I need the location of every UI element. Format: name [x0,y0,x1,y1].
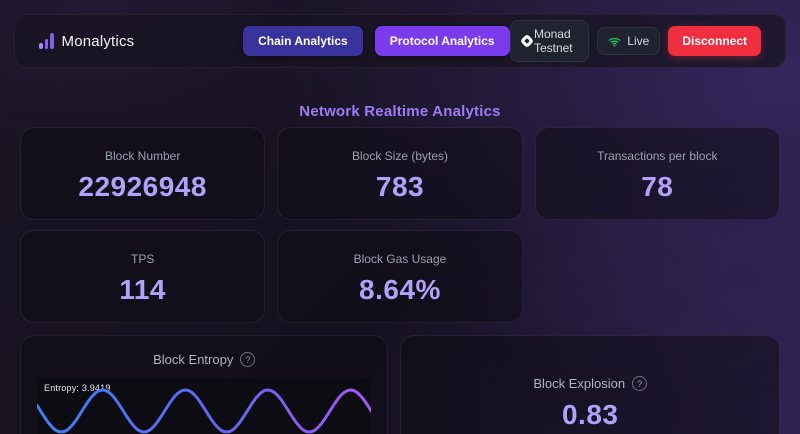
stat-label: Block Gas Usage [354,252,447,266]
stat-value: 114 [119,274,166,306]
stat-value: 8.64% [359,274,441,306]
network-badge[interactable]: Monad Testnet [510,20,590,62]
chain-analytics-button[interactable]: Chain Analytics [243,26,363,56]
block-explosion-card: Block Explosion ? 0.83 [400,335,780,434]
tps-card: TPS 114 [20,230,265,323]
block-size-card: Block Size (bytes) 783 [277,127,522,220]
stat-value: 783 [376,171,424,203]
navbar: Monalytics Chain Analytics Protocol Anal… [14,14,786,68]
entropy-wave-svg [37,378,371,434]
block-number-card: Block Number 22926948 [20,127,265,220]
navbar-left: Monalytics [39,33,243,50]
transactions-per-block-card: Transactions per block 78 [535,127,780,220]
entropy-chart: Entropy: 3.9419 [37,378,371,434]
block-explosion-title-row: Block Explosion ? [417,376,763,391]
block-entropy-card: Block Entropy ? Entropy: 3.9419 [20,335,388,434]
live-status-badge: Live [597,27,660,55]
brand-logo[interactable]: Monalytics [39,33,134,50]
monad-logo-icon [521,35,528,48]
help-icon[interactable]: ? [632,376,647,391]
navbar-right: Monad Testnet Live Disconnect [510,20,761,62]
network-badge-label: Monad Testnet [534,27,578,55]
block-explosion-title: Block Explosion [533,376,625,391]
block-explosion-value: 0.83 [417,399,763,431]
protocol-analytics-button[interactable]: Protocol Analytics [375,26,510,56]
live-badge-label: Live [627,34,649,48]
stats-grid: Block Number 22926948 Block Size (bytes)… [20,127,780,323]
wifi-icon [608,35,621,48]
stat-value: 22926948 [78,171,207,203]
stat-value: 78 [641,171,673,203]
stat-label: TPS [131,252,154,266]
main-content: Network Realtime Analytics Block Number … [20,103,780,434]
block-entropy-title-row: Block Entropy ? [37,352,371,367]
block-gas-usage-card: Block Gas Usage 8.64% [277,230,522,323]
stat-label: Transactions per block [597,149,717,163]
page-title: Network Realtime Analytics [20,103,780,120]
bottom-grid: Block Entropy ? Entropy: 3.9419 Block Ex… [20,335,780,434]
stat-label: Block Number [105,149,180,163]
brand-name: Monalytics [62,33,135,50]
entropy-wave-line [37,390,371,432]
bar-chart-logo-icon [39,33,54,49]
block-entropy-title: Block Entropy [153,352,233,367]
stat-label: Block Size (bytes) [352,149,448,163]
disconnect-button[interactable]: Disconnect [668,26,761,56]
help-icon[interactable]: ? [240,352,255,367]
navbar-tabs: Chain Analytics Protocol Analytics [243,26,510,56]
